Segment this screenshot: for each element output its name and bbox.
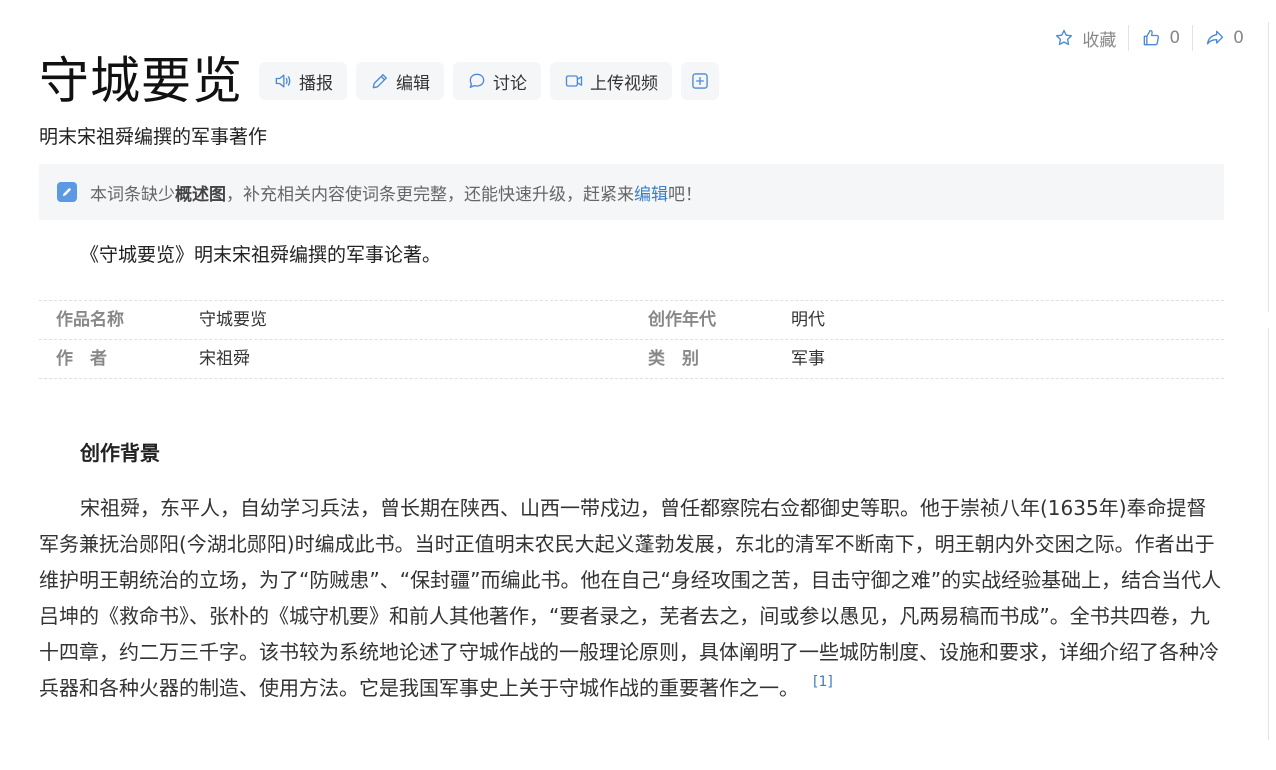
speech-bubble-icon [469, 73, 485, 88]
info-row: 作品名称 守城要览 创作年代 明代 [39, 301, 1224, 340]
reference-link[interactable]: [1] [813, 674, 833, 690]
side-border [1268, 22, 1269, 312]
broadcast-button[interactable]: 播报 [259, 62, 347, 100]
basic-info-table: 作品名称 守城要览 创作年代 明代 作 者 宋祖舜 类 别 军事 [39, 300, 1224, 379]
like-count: 0 [1169, 28, 1181, 48]
favorite-label: 收藏 [1082, 30, 1117, 51]
info-key: 作 者 [56, 349, 107, 369]
star-icon [1056, 29, 1073, 46]
info-row: 作 者 宋祖舜 类 别 军事 [39, 340, 1224, 379]
discuss-label: 讨论 [493, 73, 527, 94]
share-count: 0 [1233, 28, 1244, 48]
notice-prefix: 本词条缺少 [90, 184, 175, 205]
favorite-button[interactable]: 收藏 [1042, 26, 1128, 51]
share-button[interactable]: 0 [1193, 28, 1256, 48]
section-title: 创作背景 [80, 441, 160, 465]
info-value: 守城要览 [199, 310, 267, 330]
discuss-button[interactable]: 讨论 [453, 62, 541, 100]
info-value: 宋祖舜 [199, 349, 250, 369]
video-camera-icon [565, 75, 583, 87]
notice-bold: 概述图 [175, 184, 226, 205]
upload-video-label: 上传视频 [590, 73, 658, 94]
plus-square-icon [692, 73, 708, 89]
info-key: 创作年代 [648, 310, 716, 330]
info-value: 明代 [791, 310, 825, 330]
title-row: 守城要览 播报 编辑 讨论 上传视频 [39, 49, 728, 113]
share-icon [1207, 30, 1224, 45]
side-border [1268, 328, 1269, 740]
like-button[interactable]: 0 [1129, 28, 1192, 48]
notice-edit-link[interactable]: 编辑 [634, 180, 668, 205]
page-title: 守城要览 [39, 52, 243, 110]
info-key: 作品名称 [56, 310, 124, 330]
notice-suffix: 吧！ [668, 184, 702, 205]
edit-label: 编辑 [396, 73, 430, 94]
broadcast-label: 播报 [299, 73, 333, 94]
thumbs-up-icon [1144, 29, 1160, 46]
add-button[interactable] [681, 62, 719, 100]
notice-bar: 本词条缺少 概述图 ，补充相关内容使词条更完整，还能快速升级，赶紧来 编辑 吧！ [39, 164, 1224, 220]
paragraph-text: 宋祖舜，东平人，自幼学习兵法，曾长期在陕西、山西一带戍边，曾任都察院右佥都御史等… [39, 496, 1222, 700]
speaker-icon [275, 74, 291, 88]
section-paragraph: 宋祖舜，东平人，自幼学习兵法，曾长期在陕西、山西一带戍边，曾任都察院右佥都御史等… [39, 490, 1224, 706]
upload-video-button[interactable]: 上传视频 [550, 62, 672, 100]
info-value: 军事 [791, 349, 825, 369]
edit-notice-icon [57, 182, 77, 202]
edit-button[interactable]: 编辑 [356, 62, 444, 100]
info-key: 类 别 [648, 349, 699, 369]
pencil-icon [372, 74, 387, 89]
notice-middle: ，补充相关内容使词条更完整，还能快速升级，赶紧来 [226, 184, 634, 205]
top-actions: 收藏 0 0 [1042, 25, 1256, 51]
summary: 《守城要览》明末宋祖舜编撰的军事论著。 [80, 244, 442, 266]
subtitle: 明末宋祖舜编撰的军事著作 [39, 126, 268, 148]
